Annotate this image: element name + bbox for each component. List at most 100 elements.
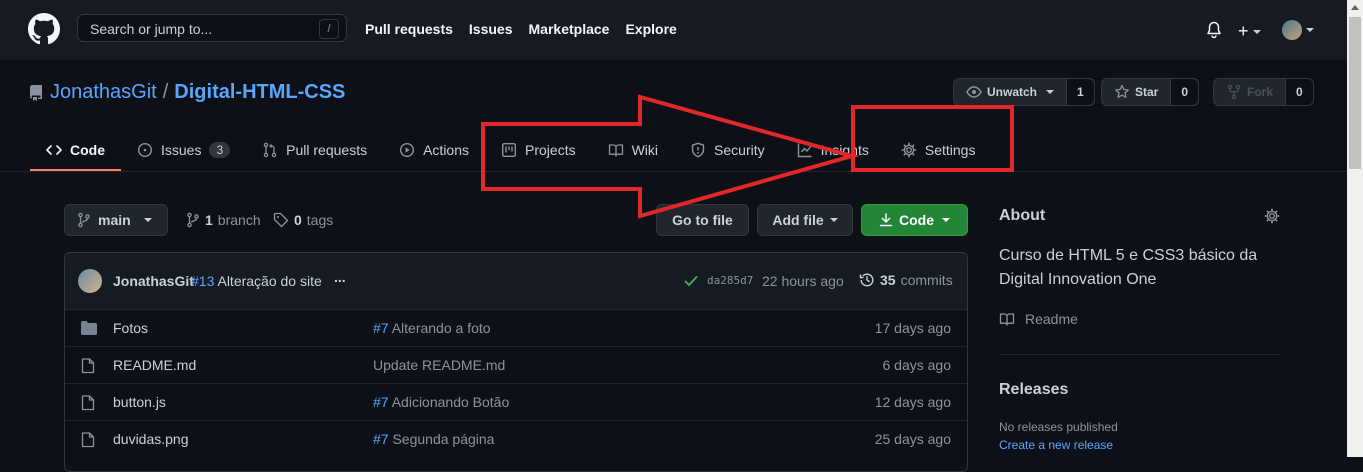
branch-select-button[interactable]: main: [64, 204, 168, 236]
shield-icon: [691, 142, 705, 158]
file-row[interactable]: Fotos #7 Alterando a foto 17 days ago: [65, 309, 967, 347]
tab-insights[interactable]: Insights: [781, 130, 885, 170]
tag-icon: [273, 212, 289, 228]
file-commit-pr[interactable]: #7: [373, 394, 389, 410]
tab-projects-label: Projects: [525, 142, 576, 158]
global-nav: Pull requests Issues Marketplace Explore: [365, 21, 677, 37]
file-age: 25 days ago: [874, 431, 951, 447]
gear-icon[interactable]: [1264, 208, 1280, 224]
file-row[interactable]: button.js #7 Adicionando Botão 12 days a…: [65, 383, 967, 421]
branches-link[interactable]: 1 branch: [186, 212, 261, 228]
branch-count: 1: [205, 212, 213, 228]
nav-pull-requests[interactable]: Pull requests: [365, 21, 453, 37]
file-commit-text: Update README.md: [373, 357, 506, 373]
file-name[interactable]: duvidas.png: [113, 431, 189, 447]
file-commit-text: Segunda página: [392, 431, 495, 447]
book-icon: [999, 313, 1015, 326]
tab-insights-label: Insights: [820, 142, 869, 158]
releases-heading[interactable]: Releases: [999, 381, 1068, 399]
file-name[interactable]: README.md: [113, 357, 196, 373]
eye-icon: [966, 86, 982, 98]
file-commit-message[interactable]: Update README.md: [373, 357, 505, 373]
file-row[interactable]: duvidas.png #7 Segunda página 25 days ag…: [65, 420, 967, 458]
tab-projects[interactable]: Projects: [485, 130, 592, 170]
fork-icon: [1227, 84, 1241, 100]
commit-sha[interactable]: da285d7: [707, 274, 753, 287]
tab-wiki-label: Wiki: [631, 142, 659, 158]
tab-pull-requests[interactable]: Pull requests: [246, 130, 383, 170]
file-row[interactable]: README.md Update README.md 6 days ago: [65, 346, 967, 384]
tab-actions-label: Actions: [423, 142, 470, 158]
star-button[interactable]: Star: [1102, 79, 1172, 105]
file-commit-message[interactable]: #7 Adicionando Botão: [373, 394, 509, 410]
commit-author[interactable]: JonathasGit: [113, 273, 194, 289]
scrollbar-thumb[interactable]: [1349, 17, 1361, 169]
issue-icon: [137, 142, 153, 158]
unwatch-button[interactable]: Unwatch: [954, 79, 1068, 105]
file-name[interactable]: button.js: [113, 394, 166, 410]
repo-owner-link[interactable]: JonathasGit: [50, 81, 157, 104]
search-placeholder: Search or jump to...: [90, 21, 213, 37]
folder-icon: [81, 321, 97, 335]
avatar: [78, 269, 102, 293]
play-icon: [400, 142, 415, 158]
code-button-label: Code: [899, 212, 934, 228]
chevron-down-icon: [143, 218, 152, 222]
nav-explore[interactable]: Explore: [625, 21, 676, 37]
repo-name-link[interactable]: Digital-HTML-CSS: [174, 81, 345, 104]
tab-issues[interactable]: Issues 3: [121, 130, 246, 170]
watch-button-group: Unwatch 1: [953, 78, 1095, 106]
fork-button-group: Fork 0: [1213, 78, 1314, 106]
tab-security[interactable]: Security: [674, 130, 781, 170]
download-icon: [879, 213, 893, 227]
tags-link[interactable]: 0 tags: [273, 212, 333, 228]
tab-code-label: Code: [70, 142, 105, 158]
file-age: 12 days ago: [874, 394, 951, 410]
notifications-bell-icon[interactable]: [1206, 21, 1222, 39]
file-commit-message[interactable]: #7 Segunda página: [373, 431, 494, 447]
file-commit-pr[interactable]: #7: [373, 320, 389, 336]
readme-link[interactable]: Readme: [999, 311, 1078, 327]
commit-pr-link[interactable]: #13: [191, 273, 214, 289]
fork-count[interactable]: 0: [1286, 79, 1313, 105]
page-scrollbar[interactable]: [1347, 0, 1363, 457]
chevron-down-icon: [1306, 28, 1314, 32]
star-count[interactable]: 0: [1171, 79, 1199, 105]
tab-actions[interactable]: Actions: [383, 130, 485, 170]
file-icon: [81, 358, 95, 374]
go-to-file-button[interactable]: Go to file: [656, 204, 749, 236]
tab-code[interactable]: Code: [30, 130, 121, 171]
create-new-menu[interactable]: +: [1238, 21, 1261, 42]
scroll-up-arrow-icon[interactable]: [1351, 5, 1359, 10]
plus-icon: +: [1238, 21, 1249, 41]
add-file-button[interactable]: Add file: [757, 204, 853, 236]
project-icon: [502, 143, 517, 158]
repo-title: JonathasGit / Digital-HTML-CSS: [28, 81, 345, 104]
global-header: Search or jump to... / Pull requests Iss…: [0, 0, 1347, 60]
star-button-group: Star 0: [1101, 78, 1200, 106]
create-release-link[interactable]: Create a new release: [999, 438, 1113, 452]
tab-issues-label: Issues: [161, 142, 202, 158]
branch-icon: [78, 212, 90, 228]
tab-pull-requests-label: Pull requests: [286, 142, 368, 158]
watch-count[interactable]: 1: [1067, 79, 1094, 105]
code-download-button[interactable]: Code: [861, 204, 968, 236]
commit-expand-button[interactable]: ...: [334, 269, 346, 285]
nav-marketplace[interactable]: Marketplace: [529, 21, 610, 37]
github-logo-icon[interactable]: [28, 13, 60, 45]
tab-wiki[interactable]: Wiki: [592, 130, 674, 170]
file-commit-message[interactable]: #7 Alterando a foto: [373, 320, 491, 336]
nav-issues[interactable]: Issues: [469, 21, 513, 37]
graph-icon: [797, 143, 812, 158]
tab-settings-label: Settings: [924, 142, 976, 158]
file-name[interactable]: Fotos: [113, 320, 148, 336]
search-input[interactable]: Search or jump to... /: [77, 14, 347, 42]
tag-word: tags: [306, 212, 334, 228]
commit-message[interactable]: #13 Alteração do site: [191, 273, 322, 289]
tab-settings[interactable]: Settings: [885, 130, 992, 170]
commits-history-link[interactable]: 35 commits: [859, 272, 953, 288]
commit-message-text: Alteração do site: [217, 273, 322, 289]
user-menu[interactable]: [1282, 20, 1314, 40]
avatar: [1282, 20, 1302, 40]
file-commit-pr[interactable]: #7: [373, 431, 389, 447]
